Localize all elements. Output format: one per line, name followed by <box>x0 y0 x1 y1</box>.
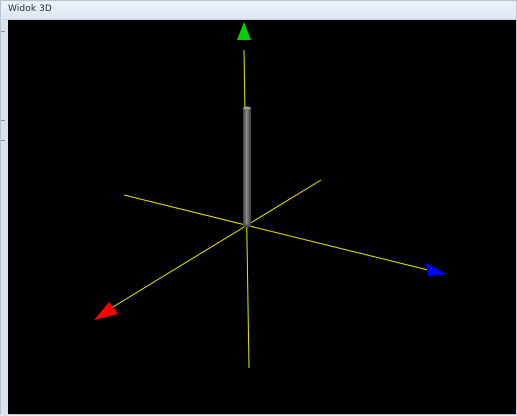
cylinder-object[interactable] <box>243 106 251 228</box>
3d-viewport[interactable] <box>8 20 516 414</box>
blue-arrow-icon <box>426 263 447 276</box>
x-axis-line <box>107 179 322 311</box>
title-bar[interactable]: Widok 3D <box>2 2 516 20</box>
green-arrow-icon <box>237 22 251 40</box>
window-title: Widok 3D <box>8 4 52 14</box>
left-edge-tick <box>1 120 5 121</box>
3d-scene[interactable] <box>8 20 516 414</box>
left-edge-tick <box>1 31 5 32</box>
red-arrow-icon <box>94 302 118 320</box>
widok-3d-window: Widok 3D <box>0 0 517 416</box>
left-edge-tick <box>1 140 5 141</box>
left-panel-edge <box>1 20 8 416</box>
